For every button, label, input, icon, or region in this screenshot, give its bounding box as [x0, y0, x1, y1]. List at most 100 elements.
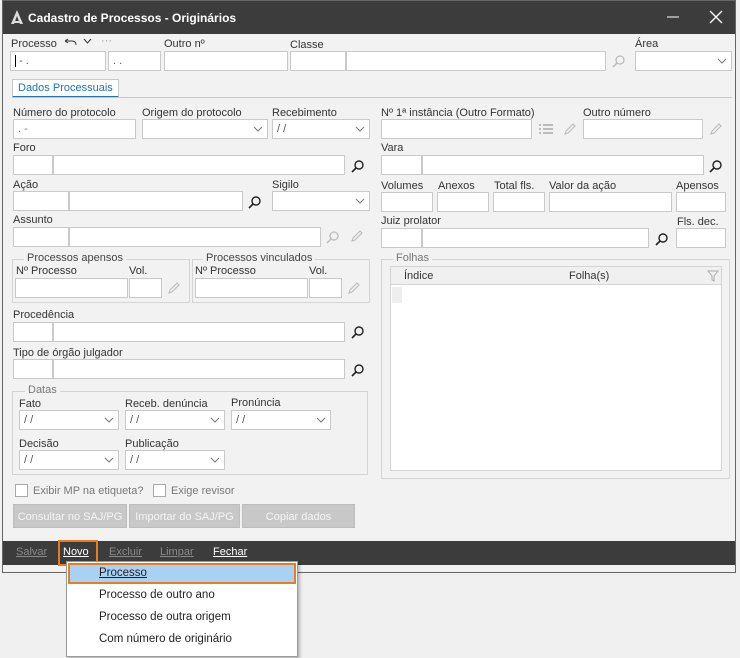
valor-acao-label: Valor da ação — [549, 180, 617, 192]
total-fls-input[interactable] — [493, 192, 545, 212]
outro-numero-input[interactable] — [583, 119, 703, 139]
menu-item-processo-outro-ano[interactable]: Processo de outro ano — [68, 585, 296, 606]
classe-input[interactable] — [346, 51, 606, 71]
title-bar: Cadastro de Processos - Originários — [3, 1, 735, 34]
processo-input[interactable]: - . — [10, 51, 106, 71]
menu-item-label: Processo de outra origem — [99, 611, 231, 623]
apensos-vol-input[interactable] — [129, 278, 162, 298]
volumes-label: Volumes — [381, 180, 424, 192]
decisao-date[interactable]: / / — [19, 450, 119, 470]
assunto-code-input[interactable] — [13, 227, 69, 247]
pencil-icon[interactable] — [166, 280, 182, 296]
importar-saj-button[interactable]: Importar do SAJ/PG — [129, 504, 240, 528]
juiz-prolator-code-input[interactable] — [381, 228, 422, 248]
copiar-dados-button[interactable]: Copiar dados — [242, 504, 355, 528]
anexos-label: Anexos — [438, 180, 475, 192]
outro-input[interactable] — [164, 51, 288, 71]
fechar-button[interactable]: Fechar — [213, 546, 247, 558]
search-icon[interactable] — [350, 158, 366, 174]
decisao-label: Decisão — [19, 438, 59, 450]
chevron-down-icon — [210, 457, 220, 463]
pencil-icon[interactable] — [708, 121, 724, 137]
exibir-mp-checkbox[interactable] — [15, 484, 28, 497]
vara-input[interactable] — [422, 155, 704, 175]
assunto-input[interactable] — [69, 227, 321, 247]
pencil-icon[interactable] — [562, 121, 578, 137]
minimize-icon — [667, 16, 679, 18]
vinculados-vol-input[interactable] — [309, 278, 342, 298]
folhas-title: Folhas — [393, 252, 433, 264]
menu-item-com-numero-originario[interactable]: Com número de originário — [68, 629, 296, 650]
vinculados-nprocesso-input[interactable] — [195, 278, 308, 298]
excluir-button[interactable]: Excluir — [109, 546, 142, 558]
folhas-column-header[interactable]: Folha(s) — [569, 270, 609, 282]
search-icon[interactable] — [350, 324, 366, 340]
minimize-button[interactable] — [661, 7, 685, 27]
processo-input-2[interactable]: . . — [108, 51, 161, 71]
folhas-grid-header: Índice Folha(s) — [390, 266, 722, 285]
salvar-button[interactable]: Salvar — [16, 546, 47, 558]
indice-column-header[interactable]: Índice — [404, 270, 433, 282]
undo-icon[interactable] — [65, 35, 77, 47]
processos-apensos-title: Processos apensos — [24, 252, 126, 264]
limpar-button[interactable]: Limpar — [160, 546, 194, 558]
chevron-down-icon[interactable] — [83, 37, 92, 45]
foro-input[interactable] — [53, 155, 345, 175]
acao-input[interactable] — [69, 191, 243, 211]
search-icon[interactable] — [611, 53, 627, 69]
origem-protocolo-select[interactable] — [142, 119, 268, 139]
exige-revisor-label: Exige revisor — [171, 485, 235, 497]
search-icon[interactable] — [247, 194, 263, 210]
volumes-input[interactable] — [381, 192, 433, 212]
fato-date[interactable]: / / — [19, 410, 119, 430]
valor-acao-input[interactable] — [549, 192, 672, 212]
area-label: Área — [635, 38, 659, 50]
novo-dropdown-menu: Processo Processo de outro ano Processo … — [66, 561, 298, 657]
pencil-icon[interactable] — [349, 228, 365, 244]
search-icon[interactable] — [350, 362, 366, 378]
tab-dados-processuais[interactable]: Dados Processuais — [12, 79, 119, 98]
menu-item-label: Com número de originário — [99, 633, 232, 645]
receb-denuncia-date[interactable]: / / — [125, 410, 225, 430]
publicacao-date[interactable]: / / — [125, 450, 225, 470]
anexos-input[interactable] — [437, 192, 489, 212]
outro-label: Outro nº — [164, 38, 205, 50]
consultar-saj-button[interactable]: Consultar no SAJ/PG — [13, 504, 127, 528]
tipo-orgao-code-input[interactable] — [13, 359, 53, 379]
fls-dec-input[interactable] — [676, 228, 726, 248]
acao-code-input[interactable] — [13, 191, 69, 211]
chevron-down-icon — [210, 417, 220, 423]
area-select[interactable] — [635, 51, 732, 71]
menu-item-processo[interactable]: Processo — [68, 563, 296, 584]
exibir-mp-label: Exibir MP na etiqueta? — [33, 485, 144, 497]
close-button[interactable] — [704, 7, 728, 27]
vara-code-input[interactable] — [381, 155, 422, 175]
pronuncia-date[interactable]: / / — [231, 410, 331, 430]
numero-protocolo-input[interactable]: . - — [13, 119, 136, 139]
procedencia-label: Procedência — [13, 309, 75, 321]
n-primeira-instancia-input[interactable] — [381, 119, 532, 139]
pencil-icon[interactable] — [346, 280, 362, 296]
search-icon[interactable] — [654, 231, 670, 247]
exige-revisor-checkbox[interactable] — [153, 484, 166, 497]
apensos-nprocesso-label: Nº Processo — [16, 265, 77, 277]
search-icon[interactable] — [325, 229, 341, 245]
procedencia-input[interactable] — [53, 322, 345, 342]
apensos-nprocesso-input[interactable] — [15, 278, 128, 298]
app-icon — [11, 10, 23, 24]
juiz-prolator-input[interactable] — [422, 228, 649, 248]
more-icon[interactable]: ··· — [101, 35, 112, 47]
menu-item-processo-outra-origem[interactable]: Processo de outra origem — [68, 607, 296, 628]
search-icon[interactable] — [708, 158, 724, 174]
foro-code-input[interactable] — [13, 155, 53, 175]
list-icon[interactable] — [538, 121, 554, 137]
chevron-down-icon — [355, 126, 365, 132]
filter-icon[interactable] — [707, 270, 719, 282]
classe-code-input[interactable] — [290, 51, 346, 71]
recebimento-date[interactable]: / / — [272, 119, 370, 139]
procedencia-code-input[interactable] — [13, 322, 53, 342]
tipo-orgao-input[interactable] — [53, 359, 345, 379]
apensos-input[interactable] — [676, 192, 726, 212]
sigilo-select[interactable] — [272, 191, 370, 211]
folhas-grid-body[interactable] — [390, 285, 722, 471]
